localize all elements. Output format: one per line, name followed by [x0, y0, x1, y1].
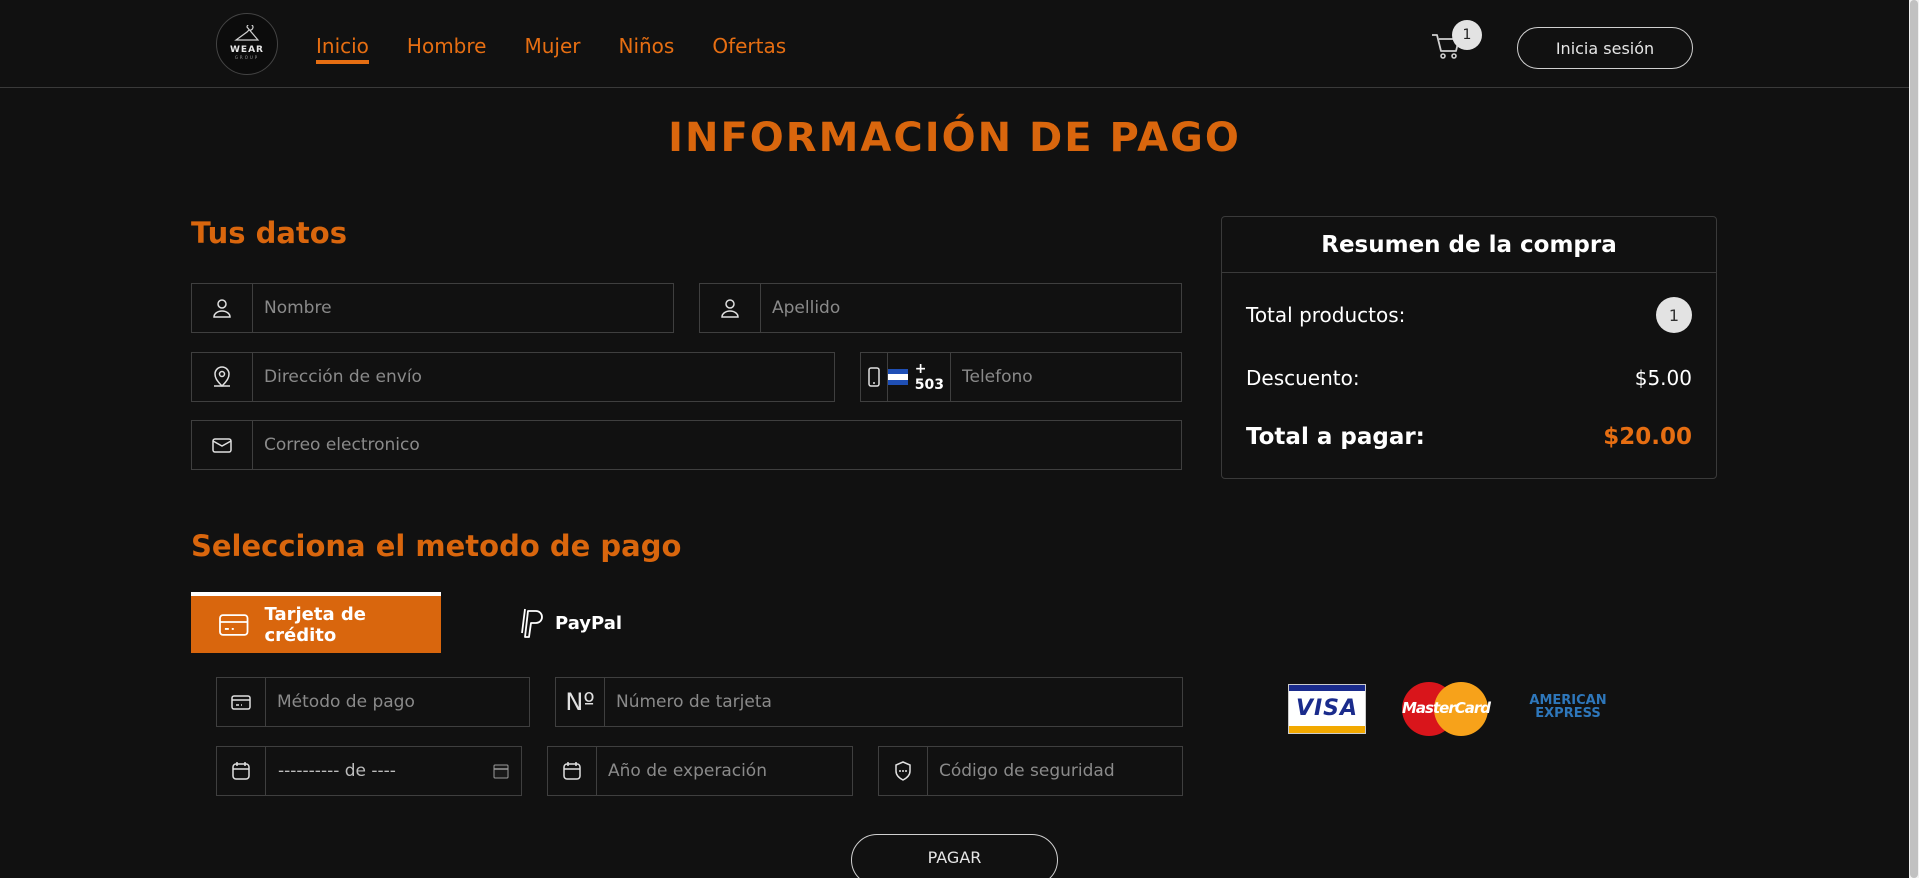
- amex-line2: EXPRESS: [1535, 706, 1601, 721]
- expiry-month-input[interactable]: ---------- de ----: [266, 747, 521, 795]
- discount-label: Descuento:: [1246, 366, 1360, 390]
- payment-method-title: Selecciona el metodo de pago: [191, 529, 682, 563]
- summary-discount-row: Descuento: $5.00: [1246, 366, 1692, 390]
- cart-count-badge: 1: [1452, 20, 1482, 50]
- summary-total-row: Total a pagar: $20.00: [1246, 424, 1692, 450]
- phone-input[interactable]: [951, 353, 1181, 401]
- email-input[interactable]: [253, 421, 1181, 469]
- logo-subtext: GROUP: [234, 54, 260, 60]
- personal-data-title: Tus datos: [191, 216, 347, 250]
- expiry-year-field: [547, 746, 853, 796]
- expiry-month-field: ---------- de ----: [216, 746, 522, 796]
- hanger-icon: [234, 24, 260, 41]
- user-icon: [192, 284, 253, 332]
- number-sign-icon: Nº: [556, 678, 605, 726]
- paypal-icon: [521, 608, 543, 638]
- brand-logo[interactable]: WEAR GROUP: [216, 13, 278, 75]
- total-value: $20.00: [1603, 424, 1692, 450]
- card-number-field: Nº: [555, 677, 1183, 727]
- tab-credit-card[interactable]: Tarjeta de crédito: [191, 592, 441, 653]
- country-code-label: + 503: [914, 361, 944, 393]
- logo-text: WEAR: [230, 44, 264, 55]
- card-icon: [217, 678, 266, 726]
- mastercard-logo: MasterCard: [1402, 682, 1491, 736]
- mastercard-logo-text: MasterCard: [1402, 699, 1491, 717]
- expiry-year-input[interactable]: [597, 747, 852, 795]
- calendar-icon: [217, 747, 266, 795]
- tab-paypal[interactable]: PayPal: [517, 604, 622, 642]
- credit-card-icon: [219, 613, 249, 636]
- pay-button[interactable]: PAGAR: [851, 834, 1058, 878]
- visa-logo-text: VISA: [1295, 696, 1359, 721]
- products-label: Total productos:: [1246, 303, 1406, 327]
- payment-method-input[interactable]: [266, 678, 529, 726]
- phone-field: + 503: [860, 352, 1182, 402]
- login-button[interactable]: Inicia sesión: [1517, 27, 1693, 69]
- summary-products-row: Total productos: 1: [1246, 297, 1692, 333]
- main-nav: Inicio Hombre Mujer Niños Ofertas: [316, 34, 786, 64]
- discount-value: $5.00: [1634, 366, 1692, 390]
- calendar-icon: [548, 747, 597, 795]
- summary-title: Resumen de la compra: [1222, 217, 1716, 273]
- nav-link-inicio[interactable]: Inicio: [316, 34, 369, 64]
- total-label: Total a pagar:: [1246, 424, 1425, 450]
- country-code-select[interactable]: + 503: [887, 353, 951, 401]
- calendar-picker-icon[interactable]: [493, 763, 509, 779]
- security-code-field: [878, 746, 1183, 796]
- shield-icon: [879, 747, 928, 795]
- address-input[interactable]: [253, 353, 834, 401]
- last-name-field: [699, 283, 1182, 333]
- envelope-icon: [192, 421, 253, 469]
- el-salvador-flag-icon: [887, 369, 908, 385]
- amex-logo: AMERICAN EXPRESS: [1525, 694, 1611, 720]
- first-name-field: [191, 283, 674, 333]
- payment-method-field: [216, 677, 530, 727]
- number-sign-label: Nº: [565, 688, 595, 716]
- location-pin-icon: [192, 353, 253, 401]
- first-name-input[interactable]: [253, 284, 673, 332]
- products-count-badge: 1: [1656, 297, 1692, 333]
- tab-credit-card-label: Tarjeta de crédito: [264, 603, 366, 646]
- scrollbar-thumb[interactable]: [1910, 0, 1918, 878]
- order-summary: Resumen de la compra Total productos: 1 …: [1221, 216, 1717, 479]
- nav-link-hombre[interactable]: Hombre: [407, 34, 487, 64]
- page-scrollbar[interactable]: [1909, 0, 1919, 878]
- phone-icon: [861, 353, 888, 401]
- card-number-input[interactable]: [605, 678, 1182, 726]
- last-name-input[interactable]: [761, 284, 1181, 332]
- user-icon: [700, 284, 761, 332]
- security-code-input[interactable]: [928, 747, 1182, 795]
- navbar: WEAR GROUP Inicio Hombre Mujer Niños Ofe…: [0, 0, 1909, 88]
- address-field: [191, 352, 835, 402]
- nav-link-ninos[interactable]: Niños: [618, 34, 674, 64]
- page-title: INFORMACIÓN DE PAGO: [668, 115, 1241, 161]
- expiry-month-value: ---------- de ----: [278, 761, 396, 781]
- nav-link-ofertas[interactable]: Ofertas: [712, 34, 786, 64]
- visa-logo: VISA: [1288, 684, 1366, 734]
- email-field: [191, 420, 1182, 470]
- nav-link-mujer[interactable]: Mujer: [524, 34, 580, 64]
- tab-paypal-label: PayPal: [555, 612, 623, 634]
